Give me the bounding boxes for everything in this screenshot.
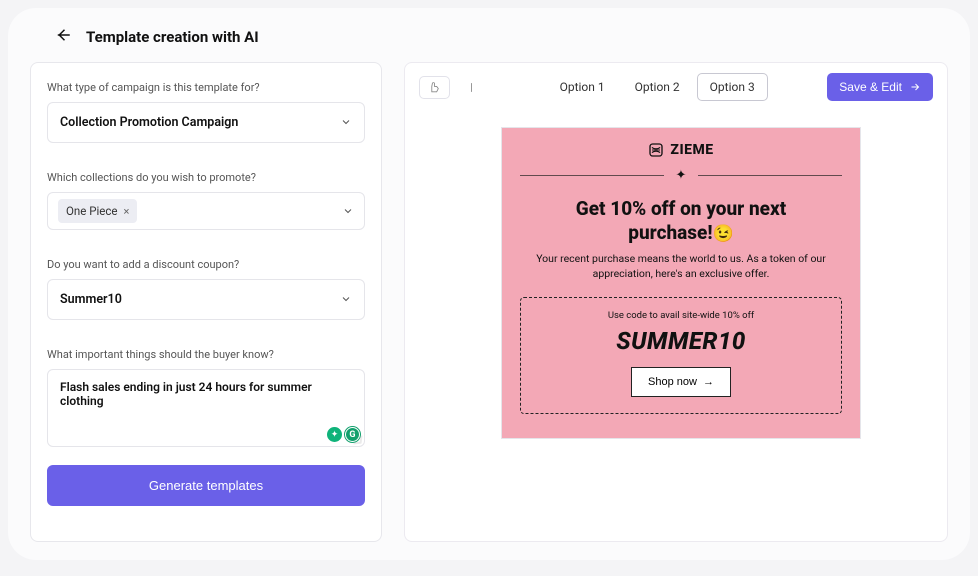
back-arrow-icon[interactable] bbox=[54, 26, 72, 48]
resize-handle-icon[interactable] bbox=[353, 435, 362, 444]
important-value: Flash sales ending in just 24 hours for … bbox=[60, 380, 352, 408]
tab-option-3[interactable]: Option 3 bbox=[697, 73, 768, 101]
important-textarea[interactable]: Flash sales ending in just 24 hours for … bbox=[47, 369, 365, 447]
preview-toolbar: Option 1 Option 2 Option 3 Save & Edit bbox=[405, 63, 947, 111]
shop-now-label: Shop now bbox=[648, 376, 697, 388]
remove-chip-icon[interactable]: × bbox=[123, 205, 129, 218]
brand-logo-icon bbox=[648, 142, 664, 158]
page-header: Template creation with AI bbox=[30, 26, 948, 48]
campaign-type-select[interactable]: Collection Promotion Campaign bbox=[47, 102, 365, 143]
arrow-right-icon: → bbox=[703, 376, 714, 388]
wink-emoji-icon: 😉 bbox=[713, 224, 734, 244]
coupon-label: Do you want to add a discount coupon? bbox=[47, 258, 365, 271]
brand-name: ZIEME bbox=[670, 142, 713, 158]
divider: ✦ bbox=[520, 168, 842, 183]
shop-now-button[interactable]: Shop now → bbox=[631, 367, 731, 397]
email-subtitle: Your recent purchase means the world to … bbox=[524, 251, 838, 281]
collections-label: Which collections do you wish to promote… bbox=[47, 171, 365, 184]
page-title: Template creation with AI bbox=[86, 28, 259, 46]
email-preview: ZIEME ✦ Get 10% off on your next purchas… bbox=[501, 127, 861, 439]
save-button-label: Save & Edit bbox=[839, 80, 902, 94]
collection-chip-label: One Piece bbox=[66, 204, 117, 218]
brand-row: ZIEME bbox=[520, 142, 842, 158]
chevron-down-icon bbox=[340, 113, 352, 132]
campaign-type-value: Collection Promotion Campaign bbox=[60, 115, 238, 130]
important-label: What important things should the buyer k… bbox=[47, 348, 365, 361]
form-panel: What type of campaign is this template f… bbox=[30, 62, 382, 542]
chevron-down-icon bbox=[342, 202, 354, 221]
assistant-badge-icon[interactable]: ✦ bbox=[327, 427, 342, 442]
coupon-box: Use code to avail site-wide 10% off SUMM… bbox=[520, 297, 842, 414]
collection-chip: One Piece × bbox=[58, 199, 137, 223]
thumbs-down-button[interactable] bbox=[419, 76, 450, 99]
coupon-value: Summer10 bbox=[60, 292, 122, 307]
tab-option-2[interactable]: Option 2 bbox=[622, 73, 693, 101]
tab-option-1[interactable]: Option 1 bbox=[547, 73, 618, 101]
collections-select[interactable]: One Piece × bbox=[47, 192, 365, 230]
save-and-edit-button[interactable]: Save & Edit bbox=[827, 73, 933, 101]
email-title: Get 10% off on your next purchase!😉 bbox=[520, 197, 842, 245]
thumbs-up-button-disabled bbox=[456, 76, 487, 99]
option-tabs: Option 1 Option 2 Option 3 bbox=[547, 73, 768, 101]
coupon-caption: Use code to avail site-wide 10% off bbox=[527, 310, 835, 321]
preview-viewport[interactable]: ZIEME ✦ Get 10% off on your next purchas… bbox=[405, 111, 947, 541]
generate-templates-button[interactable]: Generate templates bbox=[47, 465, 365, 506]
app-shell: Template creation with AI What type of c… bbox=[8, 8, 970, 560]
sparkle-icon: ✦ bbox=[676, 168, 687, 183]
coupon-select[interactable]: Summer10 bbox=[47, 279, 365, 320]
chevron-down-icon bbox=[340, 290, 352, 309]
preview-panel: Option 1 Option 2 Option 3 Save & Edit bbox=[404, 62, 948, 542]
campaign-type-label: What type of campaign is this template f… bbox=[47, 81, 365, 94]
coupon-code: SUMMER10 bbox=[527, 327, 835, 355]
main-columns: What type of campaign is this template f… bbox=[30, 62, 948, 542]
arrow-right-icon bbox=[909, 81, 921, 93]
